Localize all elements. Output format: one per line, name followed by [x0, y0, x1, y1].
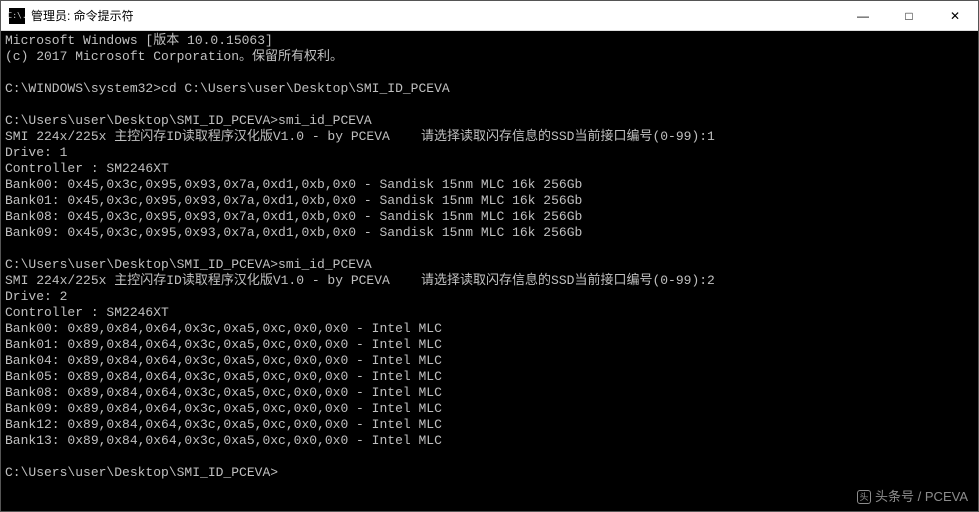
console-output[interactable]: Microsoft Windows [版本 10.0.15063] (c) 20…: [1, 31, 978, 511]
minimize-button[interactable]: —: [840, 1, 886, 30]
console-line: Drive: 1: [5, 145, 67, 160]
console-line: Bank01: 0x45,0x3c,0x95,0x93,0x7a,0xd1,0x…: [5, 193, 582, 208]
cmd-window: C:\. 管理员: 命令提示符 — □ ✕ Microsoft Windows …: [0, 0, 979, 512]
console-line: SMI 224x/225x 主控闪存ID读取程序汉化版V1.0 - by PCE…: [5, 129, 715, 144]
watermark: 头 头条号 / PCEVA: [857, 489, 968, 505]
app-icon: C:\.: [9, 8, 25, 24]
console-line: C:\WINDOWS\system32>cd C:\Users\user\Des…: [5, 81, 450, 96]
console-line: Controller : SM2246XT: [5, 161, 169, 176]
console-line: C:\Users\user\Desktop\SMI_ID_PCEVA>smi_i…: [5, 113, 372, 128]
window-title: 管理员: 命令提示符: [31, 7, 840, 24]
console-line: SMI 224x/225x 主控闪存ID读取程序汉化版V1.0 - by PCE…: [5, 273, 715, 288]
console-line: Bank08: 0x45,0x3c,0x95,0x93,0x7a,0xd1,0x…: [5, 209, 582, 224]
console-line: Bank00: 0x45,0x3c,0x95,0x93,0x7a,0xd1,0x…: [5, 177, 582, 192]
watermark-icon: 头: [857, 490, 871, 504]
console-line: C:\Users\user\Desktop\SMI_ID_PCEVA>smi_i…: [5, 257, 372, 272]
console-line: Bank01: 0x89,0x84,0x64,0x3c,0xa5,0xc,0x0…: [5, 337, 442, 352]
window-controls: — □ ✕: [840, 1, 978, 30]
console-line: Bank08: 0x89,0x84,0x64,0x3c,0xa5,0xc,0x0…: [5, 385, 442, 400]
titlebar[interactable]: C:\. 管理员: 命令提示符 — □ ✕: [1, 1, 978, 31]
maximize-button[interactable]: □: [886, 1, 932, 30]
console-line: Microsoft Windows [版本 10.0.15063]: [5, 33, 273, 48]
close-button[interactable]: ✕: [932, 1, 978, 30]
watermark-text: 头条号 / PCEVA: [875, 489, 968, 505]
console-line: Controller : SM2246XT: [5, 305, 169, 320]
console-line: Bank09: 0x45,0x3c,0x95,0x93,0x7a,0xd1,0x…: [5, 225, 582, 240]
console-line: Bank05: 0x89,0x84,0x64,0x3c,0xa5,0xc,0x0…: [5, 369, 442, 384]
console-line: Bank09: 0x89,0x84,0x64,0x3c,0xa5,0xc,0x0…: [5, 401, 442, 416]
console-line: Bank12: 0x89,0x84,0x64,0x3c,0xa5,0xc,0x0…: [5, 417, 442, 432]
console-line: Bank13: 0x89,0x84,0x64,0x3c,0xa5,0xc,0x0…: [5, 433, 442, 448]
console-line: (c) 2017 Microsoft Corporation。保留所有权利。: [5, 49, 343, 64]
console-line: Bank00: 0x89,0x84,0x64,0x3c,0xa5,0xc,0x0…: [5, 321, 442, 336]
console-line: C:\Users\user\Desktop\SMI_ID_PCEVA>: [5, 465, 278, 480]
console-line: Bank04: 0x89,0x84,0x64,0x3c,0xa5,0xc,0x0…: [5, 353, 442, 368]
console-line: Drive: 2: [5, 289, 67, 304]
